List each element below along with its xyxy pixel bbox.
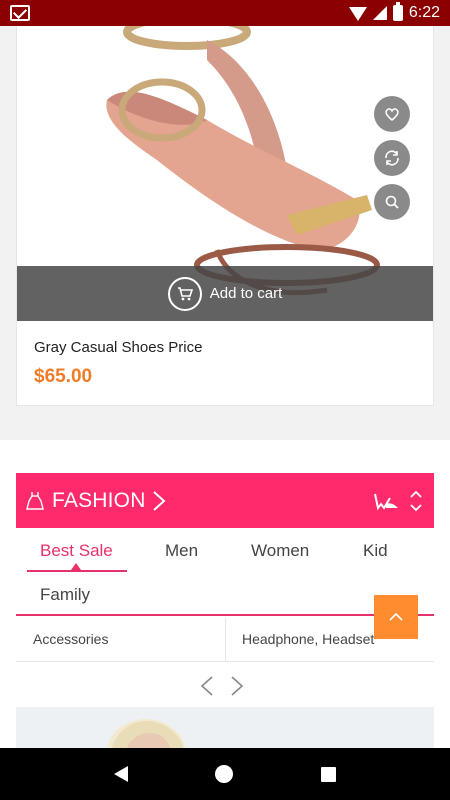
product-price: $65.00 xyxy=(34,366,93,387)
fashion-header[interactable]: FASHION xyxy=(16,473,434,528)
battery-icon xyxy=(392,2,403,21)
shoes-category-icon[interactable] xyxy=(372,490,400,512)
subcategory-headphone[interactable]: Headphone, Headset xyxy=(242,631,374,647)
compare-button[interactable] xyxy=(374,140,410,176)
search-icon xyxy=(385,195,399,209)
add-to-cart-button[interactable]: Add to cart xyxy=(17,266,433,321)
subcategory-row: Accessories Headphone, Headset xyxy=(16,618,434,662)
chevron-down-icon[interactable] xyxy=(410,503,422,512)
header-right xyxy=(372,490,434,512)
cart-icon xyxy=(177,286,193,300)
tab-kid[interactable]: Kid xyxy=(363,541,388,561)
status-time: 6:22 xyxy=(408,4,440,21)
add-to-cart-label: Add to cart xyxy=(209,285,283,302)
chevron-up-icon[interactable] xyxy=(410,490,422,498)
product-card[interactable]: Add to cart Gray Casual Shoes Price $65.… xyxy=(16,26,434,406)
signal-icon xyxy=(372,6,387,20)
banner-image xyxy=(106,719,186,750)
recent-apps-icon[interactable] xyxy=(321,766,337,782)
refresh-icon xyxy=(385,150,399,166)
home-icon[interactable] xyxy=(215,765,234,783)
wifi-icon xyxy=(348,7,367,21)
fashion-title: FASHION xyxy=(52,488,146,512)
chevron-up-icon xyxy=(389,612,403,621)
wishlist-button[interactable] xyxy=(374,96,410,132)
subcategory-divider xyxy=(225,618,226,662)
product-name[interactable]: Gray Casual Shoes Price xyxy=(34,339,202,356)
fashion-banner[interactable] xyxy=(16,707,434,750)
heart-icon xyxy=(385,108,399,121)
tab-active-pointer xyxy=(71,563,81,570)
chevron-right-icon xyxy=(152,490,166,511)
cart-icon-wrap xyxy=(167,276,202,311)
tab-family[interactable]: Family xyxy=(40,585,90,605)
tab-active-underline xyxy=(27,570,127,572)
category-tabs: Best Sale Men Women Kid Family xyxy=(16,528,434,616)
dress-icon xyxy=(26,491,44,510)
chevron-left-icon[interactable] xyxy=(200,675,214,697)
scroll-to-top-button[interactable] xyxy=(374,595,418,639)
slider-pager xyxy=(200,675,244,697)
back-icon[interactable] xyxy=(113,766,128,782)
tab-women[interactable]: Women xyxy=(251,541,309,561)
status-right: 6:22 xyxy=(348,2,440,22)
product-image[interactable]: Add to cart xyxy=(17,26,433,321)
status-bar: 6:22 xyxy=(0,0,450,26)
header-scroll-arrows xyxy=(410,490,422,512)
gmail-icon xyxy=(10,5,30,21)
chevron-right-icon[interactable] xyxy=(230,675,244,697)
tab-best-sale[interactable]: Best Sale xyxy=(40,541,113,561)
system-nav-bar xyxy=(0,748,450,800)
tab-men[interactable]: Men xyxy=(165,541,198,561)
subcategory-accessories[interactable]: Accessories xyxy=(33,631,108,647)
quickview-button[interactable] xyxy=(374,184,410,220)
